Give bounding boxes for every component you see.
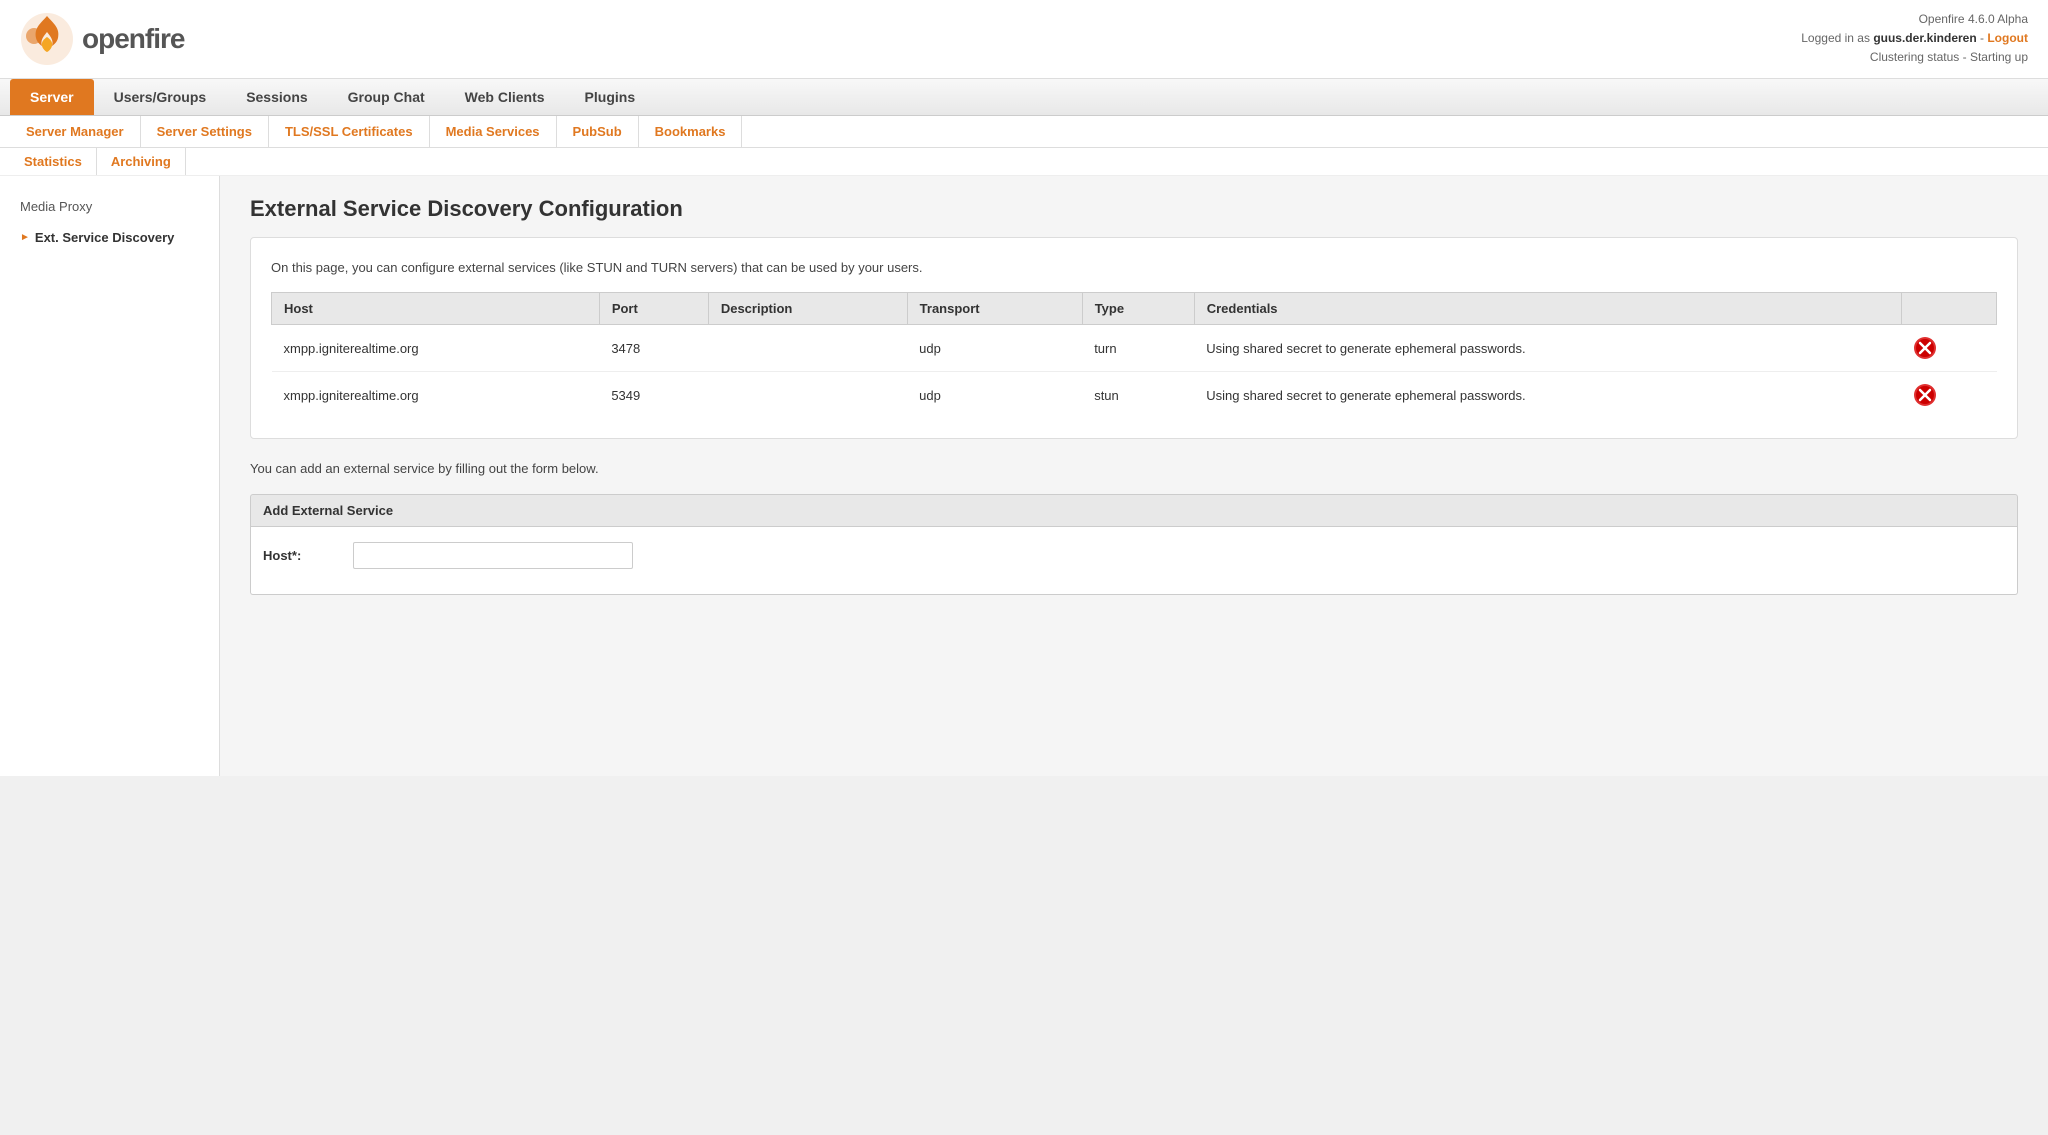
version-info: Openfire 4.6.0 Alpha — [1801, 10, 2028, 29]
host-input[interactable] — [353, 542, 633, 569]
media-proxy-label: Media Proxy — [20, 199, 92, 214]
row1-credentials: Using shared secret to generate ephemera… — [1194, 325, 1901, 372]
content-box: On this page, you can configure external… — [250, 237, 2018, 440]
logged-in-label: Logged in as — [1801, 31, 1873, 45]
col-transport: Transport — [907, 293, 1082, 325]
host-label: Host*: — [263, 548, 343, 563]
row2-transport: udp — [907, 372, 1082, 419]
col-type: Type — [1082, 293, 1194, 325]
col-host: Host — [272, 293, 600, 325]
sidebar-item-ext-service-discovery[interactable]: ► Ext. Service Discovery — [0, 222, 219, 253]
services-table: Host Port Description Transport Type Cre… — [271, 292, 1997, 418]
nav-item-sessions[interactable]: Sessions — [226, 79, 327, 115]
login-info: Logged in as guus.der.kinderen - Logout — [1801, 29, 2028, 48]
subnav-tls-ssl[interactable]: TLS/SSL Certificates — [269, 116, 430, 147]
ext-service-discovery-label: Ext. Service Discovery — [35, 230, 174, 245]
username: guus.der.kinderen — [1873, 31, 1976, 45]
col-credentials: Credentials — [1194, 293, 1901, 325]
nav-item-web-clients[interactable]: Web Clients — [445, 79, 565, 115]
row2-host: xmpp.igniterealtime.org — [272, 372, 600, 419]
delete-icon — [1914, 337, 1936, 359]
header: openfire Openfire 4.6.0 Alpha Logged in … — [0, 0, 2048, 79]
main-nav: Server Users/Groups Sessions Group Chat … — [0, 79, 2048, 116]
intro-text: On this page, you can configure external… — [271, 258, 1997, 278]
host-form-row: Host*: — [263, 542, 2005, 569]
subnav-server-settings[interactable]: Server Settings — [141, 116, 269, 147]
row1-transport: udp — [907, 325, 1082, 372]
subnav-bookmarks[interactable]: Bookmarks — [639, 116, 743, 147]
col-port: Port — [599, 293, 708, 325]
nav-item-server[interactable]: Server — [10, 79, 94, 115]
nav-item-plugins[interactable]: Plugins — [565, 79, 656, 115]
add-section-body: Host*: — [250, 527, 2018, 595]
subnav-server-manager[interactable]: Server Manager — [10, 116, 141, 147]
row2-type: stun — [1082, 372, 1194, 419]
app-name: openfire — [82, 23, 184, 55]
row1-host: xmpp.igniterealtime.org — [272, 325, 600, 372]
logout-link[interactable]: Logout — [1987, 31, 2028, 45]
second-sub-nav: Statistics Archiving — [0, 148, 2048, 176]
subnav-pubsub[interactable]: PubSub — [557, 116, 639, 147]
row1-delete-cell — [1902, 325, 1997, 372]
header-info: Openfire 4.6.0 Alpha Logged in as guus.d… — [1801, 10, 2028, 68]
second-subnav-archiving[interactable]: Archiving — [97, 148, 186, 175]
content-area: Media Proxy ► Ext. Service Discovery Ext… — [0, 176, 2048, 776]
row1-description — [708, 325, 907, 372]
add-service-section: You can add an external service by filli… — [250, 459, 2018, 595]
table-row: xmpp.igniterealtime.org 5349 udp stun Us… — [272, 372, 1997, 419]
nav-item-users-groups[interactable]: Users/Groups — [94, 79, 227, 115]
delete-icon — [1914, 384, 1936, 406]
delete-row1-button[interactable] — [1914, 337, 1936, 359]
row2-credentials: Using shared secret to generate ephemera… — [1194, 372, 1901, 419]
logo-area: openfire — [20, 12, 184, 66]
row1-type: turn — [1082, 325, 1194, 372]
table-row: xmpp.igniterealtime.org 3478 udp turn Us… — [272, 325, 1997, 372]
delete-row2-button[interactable] — [1914, 384, 1936, 406]
col-actions — [1902, 293, 1997, 325]
page-title: External Service Discovery Configuration — [250, 196, 2018, 222]
separator: - — [1977, 31, 1988, 45]
main-content: External Service Discovery Configuration… — [220, 176, 2048, 776]
add-service-intro: You can add an external service by filli… — [250, 459, 2018, 479]
col-description: Description — [708, 293, 907, 325]
sidebar-item-media-proxy[interactable]: Media Proxy — [0, 191, 219, 222]
second-subnav-statistics[interactable]: Statistics — [10, 148, 97, 175]
row2-delete-cell — [1902, 372, 1997, 419]
openfire-logo-icon — [20, 12, 74, 66]
arrow-icon: ► — [20, 232, 30, 243]
row2-description — [708, 372, 907, 419]
row1-port: 3478 — [599, 325, 708, 372]
row2-port: 5349 — [599, 372, 708, 419]
subnav-media-services[interactable]: Media Services — [430, 116, 557, 147]
sub-nav: Server Manager Server Settings TLS/SSL C… — [0, 116, 2048, 148]
clustering-status: Clustering status - Starting up — [1801, 48, 2028, 67]
add-section-header: Add External Service — [250, 494, 2018, 527]
nav-item-group-chat[interactable]: Group Chat — [328, 79, 445, 115]
sidebar: Media Proxy ► Ext. Service Discovery — [0, 176, 220, 776]
